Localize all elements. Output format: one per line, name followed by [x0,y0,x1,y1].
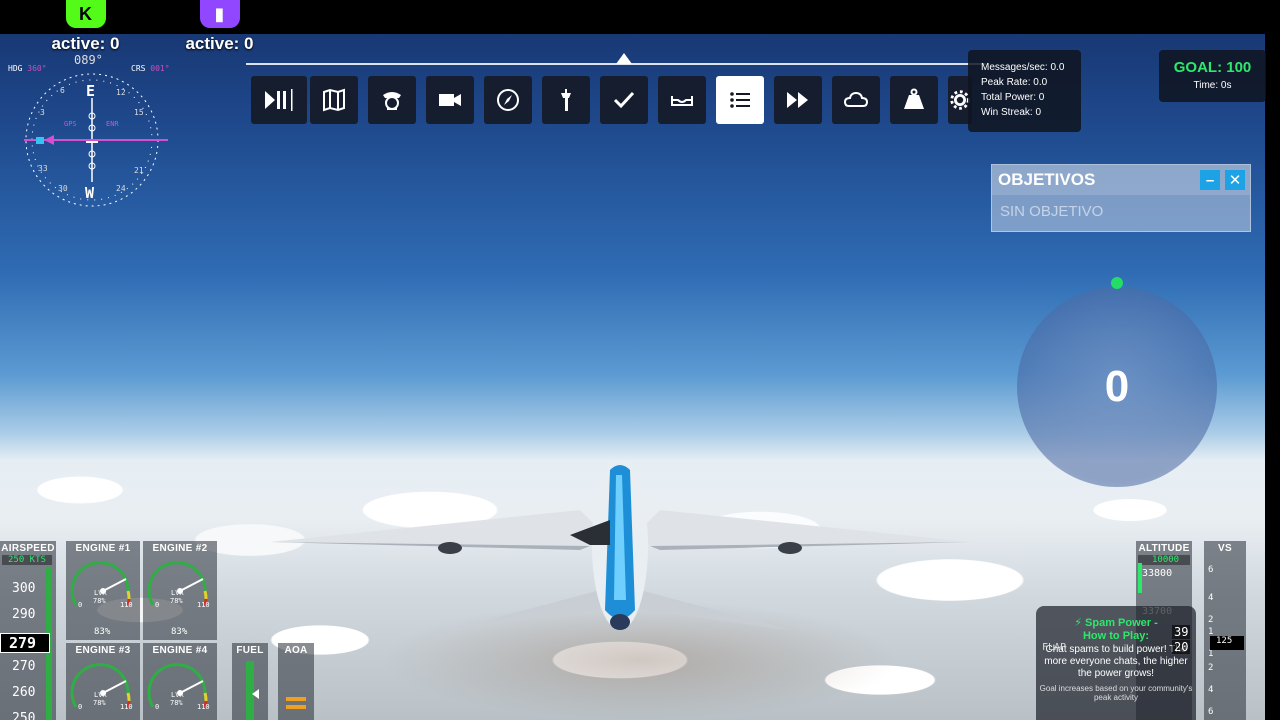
win-streak: Win Streak: 0 [981,107,1042,118]
cardinal-w: W [85,184,95,202]
kick-icon: K [65,0,106,28]
goal-time: Time: 0s [1193,80,1232,91]
checklist-button[interactable] [600,76,648,124]
weight-button[interactable] [890,76,938,124]
engine-gauge: ENGINE #3 LVR 78% 0 110 [66,643,140,720]
twitch-icon: ▮ [199,0,240,28]
cloud-icon [843,91,869,107]
altitude-title: ALTITUDE [1138,543,1190,554]
objectives-empty: SIN OBJETIVO [1000,203,1104,220]
camera-icon [439,94,461,106]
compass-icon [497,89,519,111]
airspeed-readout: 279 [0,633,50,653]
power-indicator-dot [1111,277,1123,289]
map-button[interactable] [310,76,358,124]
weather-button[interactable] [832,76,880,124]
peak-rate: Peak Rate: 0.0 [981,77,1048,88]
altitude-bug: 10000 [1138,555,1190,565]
total-power: Total Power: 0 [981,92,1045,103]
pilot-button[interactable] [368,76,416,124]
goal-panel: GOAL: 100 Time: 0s [1159,50,1266,102]
airspeed-title: AIRSPEED [1,543,55,554]
goal-label: GOAL: 100 [1173,59,1252,76]
enr-label: ENR [106,120,119,128]
messages-rate: Messages/sec: 0.0 [981,62,1065,73]
spam-footer: Goal increases based on your community's… [1039,684,1193,702]
kick-active-label: active: 0 [51,34,120,53]
airplane [270,460,970,630]
twitch-counter: ▮ active: 0 [152,0,287,58]
gps-label: GPS [64,120,77,128]
altitude-readout-a: 39 [1172,625,1191,639]
pilot-icon [383,92,401,110]
vs-tape: VS 6 4 2 1 1 2 4 6 125 [1204,541,1246,720]
time-slider-knob[interactable] [616,53,632,64]
engine-gauge: ENGINE #1 LVR 78% 0 110 83% [66,541,140,640]
cardinal-e: E [86,82,96,100]
fast-forward-icon [787,92,808,108]
spam-power-panel: ⚡ Spam Power - How to Play: Chat spams t… [1036,606,1196,720]
objectives-panel: OBJETIVOS – ✕ SIN OBJETIVO [991,164,1251,232]
objectives-list-button[interactable] [716,76,764,124]
minimize-button[interactable]: – [1200,170,1220,190]
engine-gauge: ENGINE #4 LVR 78% 0 110 [143,643,217,720]
game-viewport: K active: 0 ▮ active: 0 HDG 360° CRS 001… [0,0,1280,720]
play-pause-icon [265,89,293,111]
camera-button[interactable] [426,76,474,124]
atc-button[interactable] [542,76,590,124]
power-orb: 0 [1017,287,1217,487]
flaps-label: FLAP [1042,642,1067,653]
aoa-gauge: AOA [278,643,314,720]
right-black-bar [1265,0,1280,720]
airspeed-bug: 250 KTS [2,555,52,565]
aoa-title: AOA [284,645,308,656]
vs-readout: 125 [1210,636,1244,650]
altitude-readout-b: 20 [1172,640,1191,654]
map-icon [323,88,345,112]
fuel-gauge: FUEL [232,643,268,720]
yoke-icon [671,96,693,106]
heading-compass: HDG 360° CRS 001° 089° E W GPS ENR 6 12 … [8,53,180,218]
kick-counter: K active: 0 [18,0,153,58]
close-button[interactable]: ✕ [1225,170,1245,190]
stats-panel: Messages/sec: 0.0 Peak Rate: 0.0 Total P… [968,50,1081,132]
engine-gauge: ENGINE #2 LVR 78% 0 110 83% [143,541,217,640]
controls-button[interactable] [658,76,706,124]
airspeed-tape: AIRSPEED 250 KTS 300 290 270 260 250 279 [0,541,56,720]
list-icon [730,92,750,108]
power-value: 0 [1104,362,1130,411]
vs-title: VS [1218,543,1232,554]
play-pause-button[interactable] [251,76,307,124]
weight-icon [904,88,924,109]
sim-toolbar [246,76,986,126]
fast-forward-button[interactable] [774,76,822,124]
tower-icon [561,89,571,111]
navlog-button[interactable] [484,76,532,124]
twitch-active-label: active: 0 [185,34,254,53]
checkmark-icon [613,91,635,109]
fuel-title: FUEL [236,645,264,656]
